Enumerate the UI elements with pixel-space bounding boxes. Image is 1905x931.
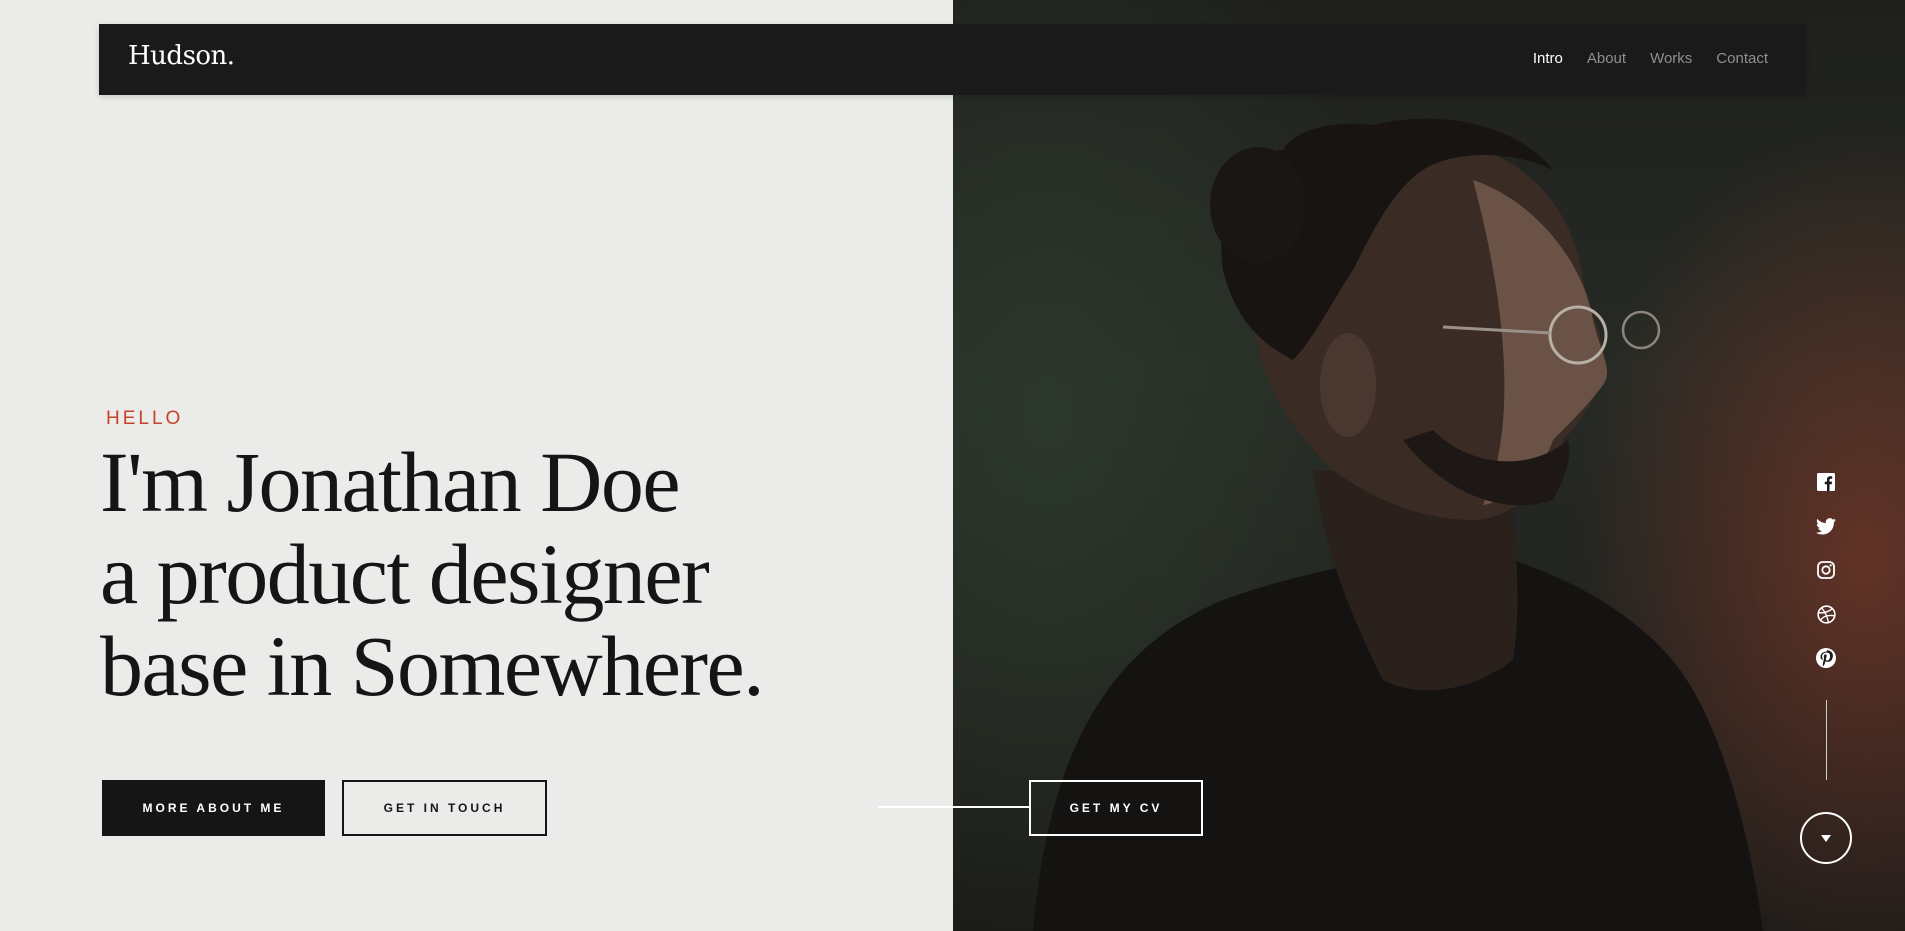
scroll-down-button[interactable] <box>1800 812 1852 864</box>
main-nav: Intro About Works Contact <box>1533 50 1768 67</box>
nav-link-about[interactable]: About <box>1587 50 1626 67</box>
twitter-icon[interactable] <box>1816 516 1836 536</box>
hero-headline: I'm Jonathan Doe a product designer base… <box>100 434 765 714</box>
chevron-down-icon <box>1821 829 1831 847</box>
headline-line-3: base in Somewhere. <box>100 618 765 714</box>
get-in-touch-button[interactable]: GET IN TOUCH <box>342 780 547 836</box>
instagram-icon[interactable] <box>1816 560 1836 580</box>
cv-connector-line <box>878 806 1029 808</box>
more-about-me-button[interactable]: MORE ABOUT ME <box>102 780 325 836</box>
headline-line-1: I'm Jonathan Doe <box>100 434 681 530</box>
dribbble-icon[interactable] <box>1816 604 1836 624</box>
nav-link-contact[interactable]: Contact <box>1716 50 1768 67</box>
site-logo[interactable]: Hudson. <box>128 41 235 71</box>
get-my-cv-button[interactable]: GET MY CV <box>1029 780 1203 836</box>
headline-line-2: a product designer <box>100 526 710 622</box>
social-links <box>1816 472 1836 668</box>
facebook-icon[interactable] <box>1816 472 1836 492</box>
pinterest-icon[interactable] <box>1816 648 1836 668</box>
hero-eyebrow: HELLO <box>106 408 184 429</box>
social-divider-line <box>1826 700 1827 780</box>
top-navbar: Hudson. Intro About Works Contact <box>99 24 1806 95</box>
nav-link-intro[interactable]: Intro <box>1533 50 1563 67</box>
nav-link-works[interactable]: Works <box>1650 50 1692 67</box>
